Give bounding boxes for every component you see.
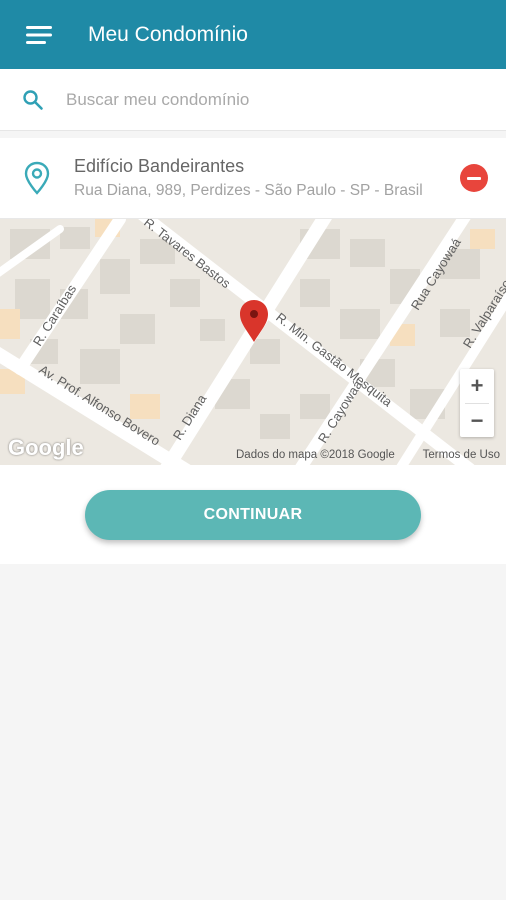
zoom-in-button[interactable]: + [460,369,494,403]
page-title: Meu Condomínio [88,22,248,46]
google-logo: Google [8,435,84,460]
address-text: Edifício Bandeirantes Rua Diana, 989, Pe… [74,156,506,200]
terms-link[interactable]: Termos de Uso [423,449,500,461]
zoom-control: + − [460,369,494,437]
address-line: Rua Diana, 989, Perdizes - São Paulo - S… [74,182,423,199]
continue-container: CONTINUAR [0,490,506,540]
address-row[interactable]: Edifício Bandeirantes Rua Diana, 989, Pe… [0,138,506,219]
remove-button[interactable] [460,164,488,192]
search-icon [0,89,66,111]
location-pin-icon [0,161,74,195]
condominium-card: Edifício Bandeirantes Rua Diana, 989, Pe… [0,138,506,564]
continue-button[interactable]: CONTINUAR [85,490,421,540]
minus-icon [467,176,481,180]
map-graphic: R. Tavares Bastos R. Caraíbas R. Min. Ga… [0,219,506,465]
search-bar [0,69,506,131]
map-attribution: Dados do mapa ©2018 Google [236,449,395,461]
menu-button[interactable] [0,0,78,69]
hamburger-menu-icon [26,25,52,44]
app-bar: Meu Condomínio [0,0,506,69]
search-input[interactable] [66,89,466,110]
building-name: Edifício Bandeirantes [74,156,245,176]
map-view[interactable]: R. Tavares Bastos R. Caraíbas R. Min. Ga… [0,219,506,465]
zoom-out-button[interactable]: − [460,404,494,438]
